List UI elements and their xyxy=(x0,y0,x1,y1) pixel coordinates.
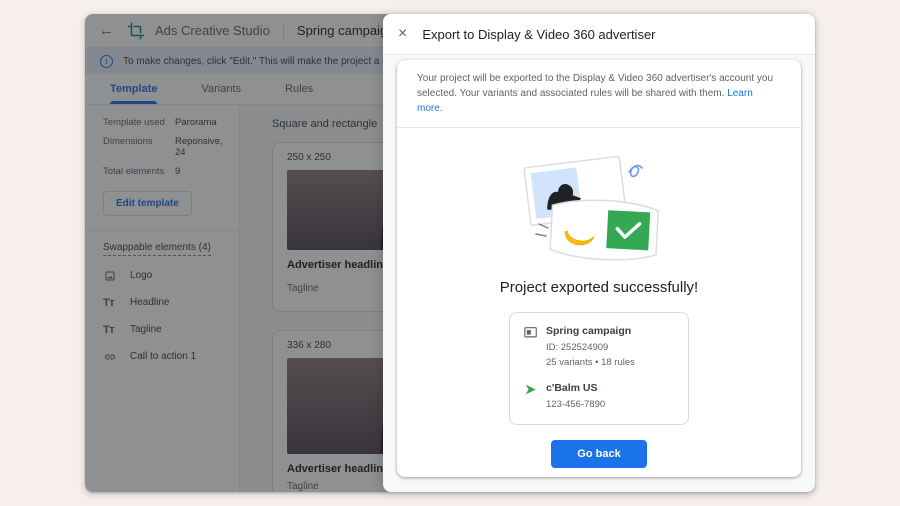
summary-project-name: Spring campaign xyxy=(546,325,631,337)
export-dialog: × Export to Display & Video 360 advertis… xyxy=(383,14,815,492)
dialog-header: × Export to Display & Video 360 advertis… xyxy=(383,14,815,55)
summary-advertiser-id: 123-456-7890 xyxy=(546,398,674,412)
summary-advertiser-name: c'Balm US xyxy=(546,382,598,394)
export-summary-card: Spring campaign ID: 252524909 25 variant… xyxy=(509,312,689,425)
dialog-description: Your project will be exported to the Dis… xyxy=(397,60,801,128)
dialog-content-card: Your project will be exported to the Dis… xyxy=(397,60,801,477)
dv360-icon xyxy=(524,383,538,396)
summary-project-id: ID: 252524909 xyxy=(546,341,674,355)
summary-project-meta: 25 variants • 18 rules xyxy=(546,356,674,370)
dialog-title: Export to Display & Video 360 advertiser xyxy=(422,27,655,42)
app-window: ← Ads Creative Studio Spring campaign CO… xyxy=(85,14,815,492)
close-icon[interactable]: × xyxy=(398,26,407,42)
success-message: Project exported successfully! xyxy=(397,279,801,296)
export-success-illustration xyxy=(499,150,699,262)
description-text: Your project will be exported to the Dis… xyxy=(417,73,773,99)
project-icon xyxy=(524,326,538,339)
go-back-button[interactable]: Go back xyxy=(551,440,646,468)
